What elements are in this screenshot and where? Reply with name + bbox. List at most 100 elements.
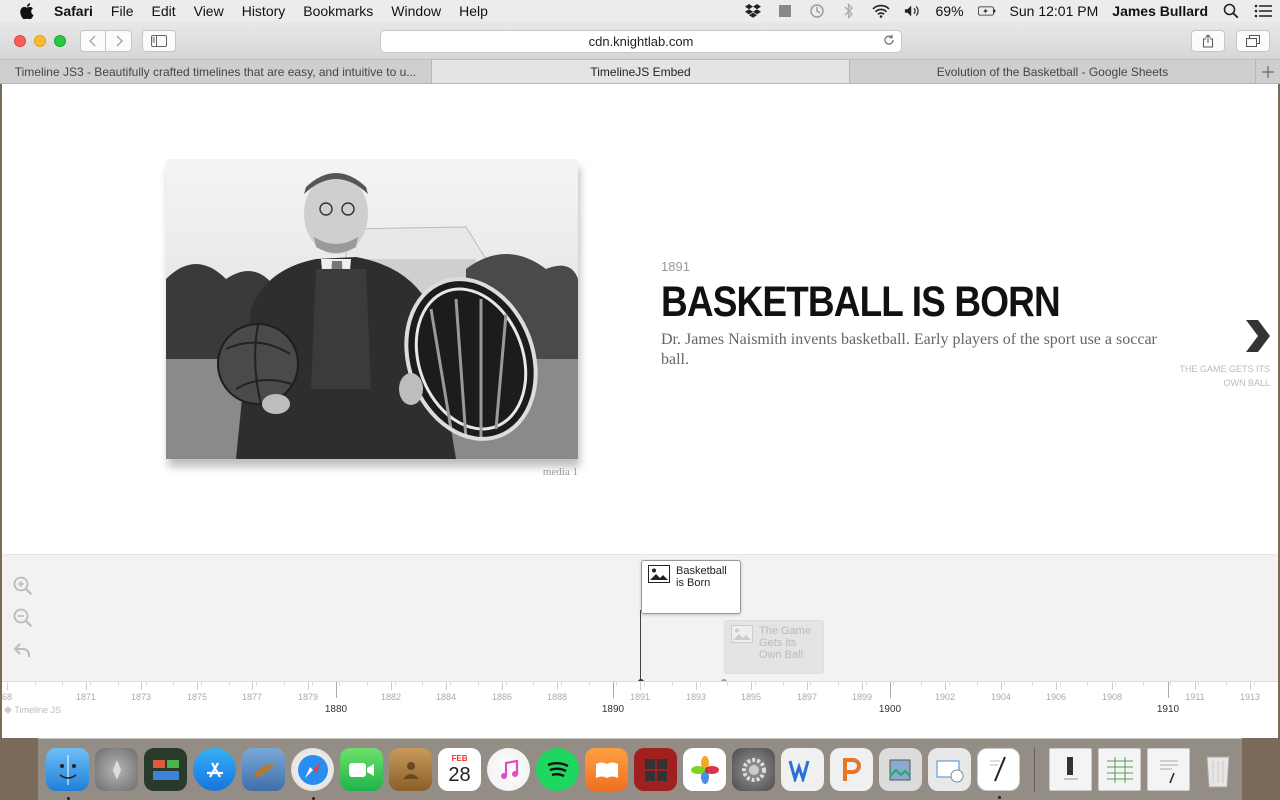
- minor-tick: [446, 682, 447, 690]
- word-icon[interactable]: [781, 748, 824, 791]
- menu-edit[interactable]: Edit: [151, 3, 175, 19]
- close-window-button[interactable]: [14, 35, 26, 47]
- volume-icon[interactable]: [904, 3, 922, 19]
- sub-tick: [949, 682, 950, 686]
- address-bar[interactable]: cdn.knightlab.com: [380, 30, 902, 53]
- apple-menu-icon[interactable]: [18, 2, 36, 20]
- zoom-out-button[interactable]: [12, 607, 34, 629]
- ibooks-icon[interactable]: [585, 748, 628, 791]
- menu-view[interactable]: View: [194, 3, 224, 19]
- textedit-icon[interactable]: [977, 748, 1020, 799]
- file-icon[interactable]: [1147, 748, 1190, 791]
- tab-timelinejs3[interactable]: Timeline JS3 - Beautifully crafted timel…: [0, 60, 432, 83]
- sub-tick: [1115, 682, 1116, 686]
- forward-button[interactable]: [106, 30, 132, 52]
- sub-tick: [644, 682, 645, 686]
- minor-tick-label: 1908: [1101, 692, 1123, 702]
- show-tabs-button[interactable]: [1236, 30, 1270, 52]
- menu-help[interactable]: Help: [459, 3, 488, 19]
- sidebar-toggle-button[interactable]: [142, 30, 176, 52]
- time-machine-icon[interactable]: [808, 3, 826, 19]
- sub-tick: [395, 682, 396, 686]
- fullscreen-window-button[interactable]: [54, 35, 66, 47]
- marker-title: The Game Gets its Own Ball: [759, 625, 811, 661]
- sub-tick: [589, 682, 590, 686]
- tab-timelinejs-embed[interactable]: TimelineJS Embed: [432, 60, 850, 83]
- sub-tick: [1143, 682, 1144, 686]
- menu-file[interactable]: File: [111, 3, 134, 19]
- calendar-icon[interactable]: FEB 28: [438, 748, 481, 791]
- photos-icon[interactable]: [683, 748, 726, 791]
- major-tick-label: 1880: [324, 704, 348, 715]
- screenshot-icon[interactable]: [928, 748, 971, 791]
- minor-tick: [862, 682, 863, 690]
- photo-booth-icon[interactable]: [634, 748, 677, 791]
- app-store-icon[interactable]: [193, 748, 236, 791]
- battery-percent[interactable]: 69%: [936, 3, 964, 19]
- major-tick: [1168, 682, 1169, 698]
- minimize-window-button[interactable]: [34, 35, 46, 47]
- sub-tick: [1004, 682, 1005, 686]
- tab-google-sheets[interactable]: Evolution of the Basketball - Google She…: [850, 60, 1256, 83]
- spotlight-search-icon[interactable]: [1222, 3, 1240, 19]
- menu-app-name[interactable]: Safari: [54, 3, 93, 19]
- menu-user[interactable]: James Bullard: [1112, 3, 1208, 19]
- launchpad-icon[interactable]: [95, 748, 138, 791]
- mail-icon[interactable]: [242, 748, 285, 791]
- major-tick: [890, 682, 891, 698]
- system-preferences-icon[interactable]: [732, 748, 775, 791]
- minor-tick: [141, 682, 142, 690]
- menu-history[interactable]: History: [242, 3, 286, 19]
- timeline-marker-basketball-born[interactable]: Basketball is Born: [641, 560, 741, 614]
- preview-icon[interactable]: [879, 748, 922, 791]
- minor-tick-label: 1899: [851, 692, 873, 702]
- minor-tick: [1112, 682, 1113, 690]
- share-button[interactable]: [1191, 30, 1225, 52]
- minor-tick-label: 1888: [546, 692, 568, 702]
- document-icon[interactable]: [1049, 748, 1092, 791]
- finder-icon[interactable]: [46, 748, 89, 800]
- menu-extra-icon[interactable]: [776, 3, 794, 19]
- battery-charging-icon[interactable]: [977, 3, 996, 19]
- minor-tick: [1001, 682, 1002, 690]
- minor-tick-label: 68: [2, 692, 13, 702]
- back-to-start-button[interactable]: [12, 639, 34, 661]
- sub-tick: [810, 682, 811, 686]
- timeline-marker-game-own-ball[interactable]: The Game Gets its Own Ball: [724, 620, 824, 674]
- sub-tick: [284, 682, 285, 686]
- safari-icon[interactable]: [291, 748, 334, 800]
- itunes-icon[interactable]: [487, 748, 530, 791]
- chevron-right-icon: [1246, 320, 1270, 352]
- dropbox-icon[interactable]: [744, 3, 762, 19]
- minor-tick-label: 1895: [740, 692, 762, 702]
- sub-tick: [838, 682, 839, 686]
- menu-window[interactable]: Window: [391, 3, 441, 19]
- menu-bookmarks[interactable]: Bookmarks: [303, 3, 373, 19]
- zoom-in-icon: [13, 576, 33, 596]
- reload-icon[interactable]: [883, 34, 895, 49]
- menu-clock[interactable]: Sun 12:01 PM: [1010, 3, 1099, 19]
- facetime-icon[interactable]: [340, 748, 383, 791]
- powerpoint-icon[interactable]: [830, 748, 873, 791]
- trash-icon[interactable]: [1196, 748, 1239, 791]
- timelinejs-brand[interactable]: Timeline JS: [4, 705, 61, 715]
- next-slide-button[interactable]: [1242, 316, 1272, 356]
- next-slide-label[interactable]: THE GAME GETS ITS OWN BALL: [1178, 362, 1270, 390]
- notification-center-icon[interactable]: [1254, 3, 1272, 19]
- timeline-axis: 68 1871 1873 1875 1877 1879 1882 1884 1886 1888 18…: [2, 681, 1278, 738]
- minor-tick: [391, 682, 392, 690]
- dock: FEB 28: [38, 738, 1242, 800]
- mission-control-icon[interactable]: [144, 748, 187, 791]
- contacts-icon[interactable]: [389, 748, 432, 791]
- back-button[interactable]: [80, 30, 106, 52]
- spreadsheet-icon[interactable]: [1098, 748, 1141, 791]
- new-tab-button[interactable]: [1256, 60, 1280, 83]
- sub-tick: [367, 682, 368, 686]
- bluetooth-icon[interactable]: [840, 3, 858, 19]
- wifi-icon[interactable]: [871, 3, 890, 19]
- zoom-in-button[interactable]: [12, 575, 34, 597]
- sub-tick: [422, 682, 423, 686]
- sidebar-icon: [151, 35, 167, 47]
- spotify-icon[interactable]: [536, 748, 579, 791]
- minor-tick-label: 1873: [130, 692, 152, 702]
